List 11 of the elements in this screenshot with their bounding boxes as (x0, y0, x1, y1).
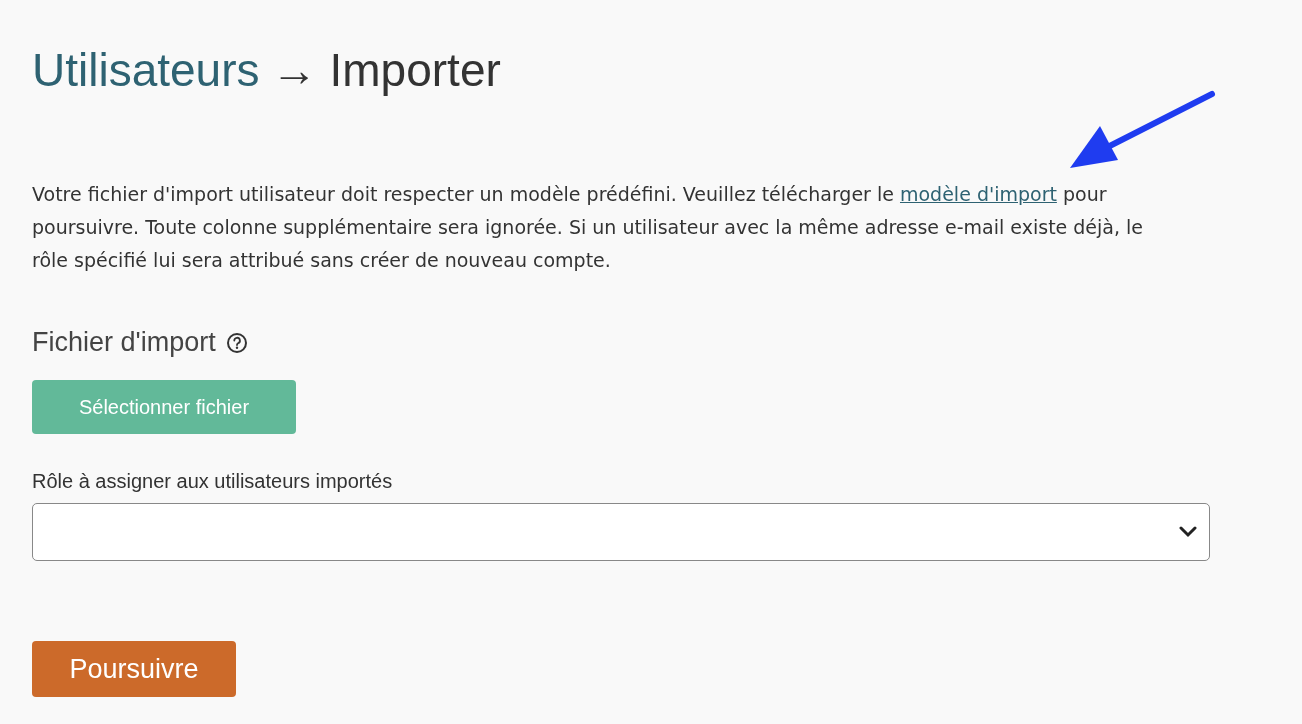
intro-text: Votre fichier d'import utilisateur doit respecter un modèle prédéfini. Veuillez télécharger le modèle d'import pour poursuivre. Toute colonne supplémentaire sera ignorée. Si un utilisateur avec la même adresse e-mail existe déjà, le rôle spécifié lui sera attribué sans créer de nouveau compte. (32, 182, 1145, 273)
breadcrumb-link[interactable]: Utilisateurs (32, 40, 260, 100)
field-label: Rôle à assigner aux utilisateurs importés (32, 470, 393, 493)
field-label: Fichier d'import (32, 327, 216, 358)
help-icon[interactable] (225, 331, 248, 354)
page-title: Importer (329, 43, 501, 98)
template-link[interactable]: modèle d'import (900, 183, 1057, 205)
role-select[interactable] (32, 503, 1210, 561)
breadcrumb-separator: → (271, 43, 318, 98)
chevron-down-icon (1179, 526, 1197, 538)
continue-button[interactable]: Poursuivre (32, 641, 236, 697)
